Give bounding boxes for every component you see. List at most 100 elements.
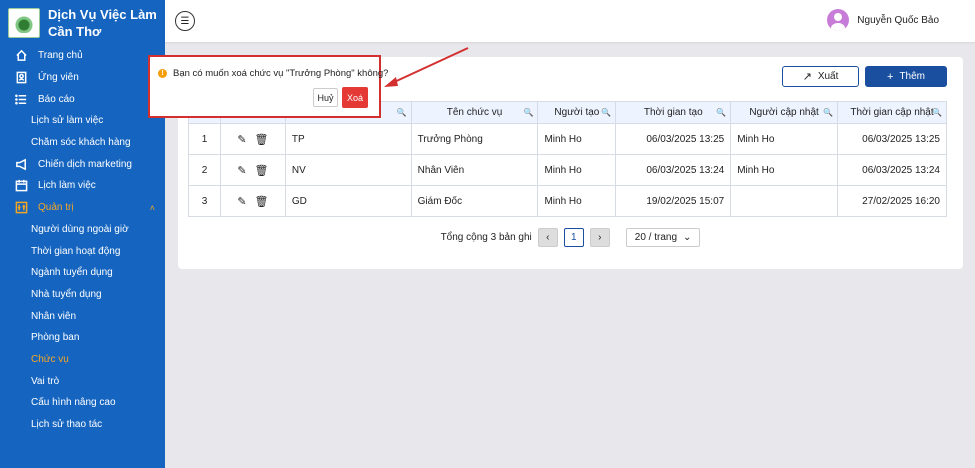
sidebar-item-label: Vai trò	[31, 375, 60, 387]
trash-icon[interactable]: 🗑	[255, 133, 269, 146]
sidebar-item-3[interactable]: Lịch sử làm việc	[0, 110, 165, 132]
sidebar-nav: Trang chủ Ứng viên Báo cáo Lịch sử làm việc…	[0, 45, 165, 435]
total-records: Tổng cộng 3 bản ghi	[440, 232, 532, 243]
table-row[interactable]: 2 ✎ 🗑 NV Nhân Viên Minh Ho 06/03/2025 13:24 Min…	[188, 154, 947, 186]
sidebar-item-label: Lịch sử làm việc	[31, 115, 104, 127]
sidebar-item-7[interactable]: Quản trị ˄	[0, 197, 165, 219]
cell-actions: ✎ 🗑	[219, 123, 286, 155]
search-icon[interactable]: 🔍	[932, 108, 942, 117]
brand-title: Dịch Vụ Việc Làm Cần Thơ	[48, 7, 157, 39]
sidebar-item-label: Cấu hình nâng cao	[31, 397, 116, 409]
next-page-button[interactable]: ›	[589, 228, 610, 247]
prev-page-button[interactable]: ‹	[537, 228, 558, 247]
sidebar-item-9[interactable]: Thời gian hoạt động	[0, 240, 165, 262]
chevron-left-icon: ‹	[546, 232, 550, 243]
sidebar-item-17[interactable]: Lịch sử thao tác	[0, 414, 165, 436]
edit-icon[interactable]: ✎	[237, 164, 246, 177]
confirm-message: Bạn có muốn xoá chức vụ "Trưởng Phòng" k…	[173, 68, 389, 79]
trash-icon[interactable]: 🗑	[255, 195, 269, 208]
sidebar-item-15[interactable]: Vai trò	[0, 370, 165, 392]
sidebar-item-label: Lịch làm việc	[38, 180, 96, 192]
candidate-icon	[14, 71, 28, 85]
sidebar-item-8[interactable]: Người dùng ngoài giờ	[0, 219, 165, 241]
megaphone-icon	[14, 157, 28, 171]
search-icon[interactable]: 🔍	[397, 108, 407, 117]
sidebar-item-14[interactable]: Chức vụ	[0, 349, 165, 371]
logo	[8, 8, 40, 38]
home-icon	[14, 49, 28, 63]
cell-creator: Minh Ho	[537, 154, 617, 186]
user-menu[interactable]: Nguyễn Quốc Bảo	[827, 9, 939, 31]
chevron-up-icon: ˄	[149, 202, 155, 213]
export-icon: ↗	[802, 71, 812, 83]
page-size-select[interactable]: 20 / trang ⌄	[625, 228, 701, 247]
cell-updater: Minh Ho	[730, 154, 839, 186]
sidebar-item-label: Nhà tuyển dụng	[31, 288, 102, 300]
table-row[interactable]: 3 ✎ 🗑 GD Giám Đốc Minh Ho 19/02/2025 15:07 27/0…	[188, 185, 947, 217]
sidebar-item-label: Chiến dịch marketing	[38, 158, 132, 170]
sidebar-item-2[interactable]: Báo cáo	[0, 88, 165, 110]
sidebar-item-label: Thời gian hoạt động	[31, 245, 121, 257]
cell-stt: 3	[188, 185, 221, 217]
add-button[interactable]: + Thêm	[865, 66, 947, 87]
cell-name: Giám Đốc	[410, 185, 539, 217]
sidebar-item-label: Chăm sóc khách hàng	[31, 137, 131, 149]
table-row[interactable]: 1 ✎ 🗑 TP Trưởng Phòng Minh Ho 06/03/2025 13:25…	[188, 123, 947, 155]
chevron-down-icon: ⌄	[683, 232, 692, 243]
chevron-right-icon: ›	[598, 232, 602, 243]
cell-created: 06/03/2025 13:25	[615, 123, 732, 155]
cell-code: TP	[284, 123, 412, 155]
edit-icon[interactable]: ✎	[237, 133, 246, 146]
search-icon[interactable]: 🔍	[601, 108, 611, 117]
sidebar-item-6[interactable]: Lịch làm việc	[0, 175, 165, 197]
search-icon[interactable]: 🔍	[716, 108, 726, 117]
sidebar-item-12[interactable]: Nhân viên	[0, 305, 165, 327]
trash-icon[interactable]: 🗑	[255, 164, 269, 177]
sidebar-item-0[interactable]: Trang chủ	[0, 45, 165, 67]
brand[interactable]: Dịch Vụ Việc Làm Cần Thơ	[0, 0, 165, 44]
confirm-delete-button[interactable]: Xoá	[342, 87, 368, 108]
search-icon[interactable]: 🔍	[823, 108, 833, 117]
sidebar-item-label: Trang chủ	[38, 50, 83, 62]
header-name: Tên chức vụ 🔍	[410, 101, 539, 124]
sidebar-item-1[interactable]: Ứng viên	[0, 67, 165, 89]
sidebar: Dịch Vụ Việc Làm Cần Thơ Trang chủ Ứng vi…	[0, 0, 165, 468]
sidebar-item-10[interactable]: Ngành tuyển dụng	[0, 262, 165, 284]
header-updater: Người cập nhật 🔍	[730, 101, 839, 124]
user-name: Nguyễn Quốc Bảo	[857, 14, 939, 26]
pagination: Tổng cộng 3 bản ghi ‹ 1 › 20 / trang ⌄	[178, 228, 963, 247]
cancel-button[interactable]: Huỷ	[313, 88, 338, 107]
search-icon[interactable]: 🔍	[523, 108, 533, 117]
cell-stt: 1	[188, 123, 221, 155]
warning-icon: !	[158, 69, 167, 78]
cell-code: GD	[284, 185, 412, 217]
page-1-button[interactable]: 1	[563, 228, 584, 247]
sidebar-item-label: Chức vụ	[31, 353, 69, 365]
export-button[interactable]: ↗ Xuất	[782, 66, 859, 87]
cell-stt: 2	[188, 154, 221, 186]
cell-code: NV	[284, 154, 412, 186]
sidebar-item-5[interactable]: Chiến dịch marketing	[0, 153, 165, 175]
cell-actions: ✎ 🗑	[219, 154, 286, 186]
sidebar-item-label: Người dùng ngoài giờ	[31, 223, 129, 235]
sidebar-item-16[interactable]: Cấu hình nâng cao	[0, 392, 165, 414]
menu-toggle-button[interactable]: ☰	[175, 11, 195, 31]
header-updated: Thời gian cập nhật 🔍	[837, 101, 947, 124]
positions-table: 🔍 Tên chức vụ 🔍 Người tạo 🔍 Thời gian tạo 🔍…	[188, 101, 947, 217]
cell-creator: Minh Ho	[537, 185, 617, 217]
top-header: ☰ Nguyễn Quốc Bảo	[165, 0, 975, 42]
cell-updated: 27/02/2025 16:20	[837, 185, 947, 217]
avatar	[827, 9, 850, 31]
cell-updater: Minh Ho	[730, 123, 839, 155]
plus-icon: +	[887, 70, 894, 83]
cell-creator: Minh Ho	[537, 123, 617, 155]
sidebar-item-label: Quản trị	[38, 202, 74, 214]
edit-icon[interactable]: ✎	[237, 195, 246, 208]
sidebar-item-13[interactable]: Phòng ban	[0, 327, 165, 349]
admin-icon	[14, 201, 28, 215]
sidebar-item-11[interactable]: Nhà tuyển dụng	[0, 284, 165, 306]
cell-actions: ✎ 🗑	[219, 185, 286, 217]
sidebar-item-4[interactable]: Chăm sóc khách hàng	[0, 132, 165, 154]
header-creator: Người tạo 🔍	[537, 101, 617, 124]
sidebar-item-label: Ngành tuyển dụng	[31, 267, 113, 279]
